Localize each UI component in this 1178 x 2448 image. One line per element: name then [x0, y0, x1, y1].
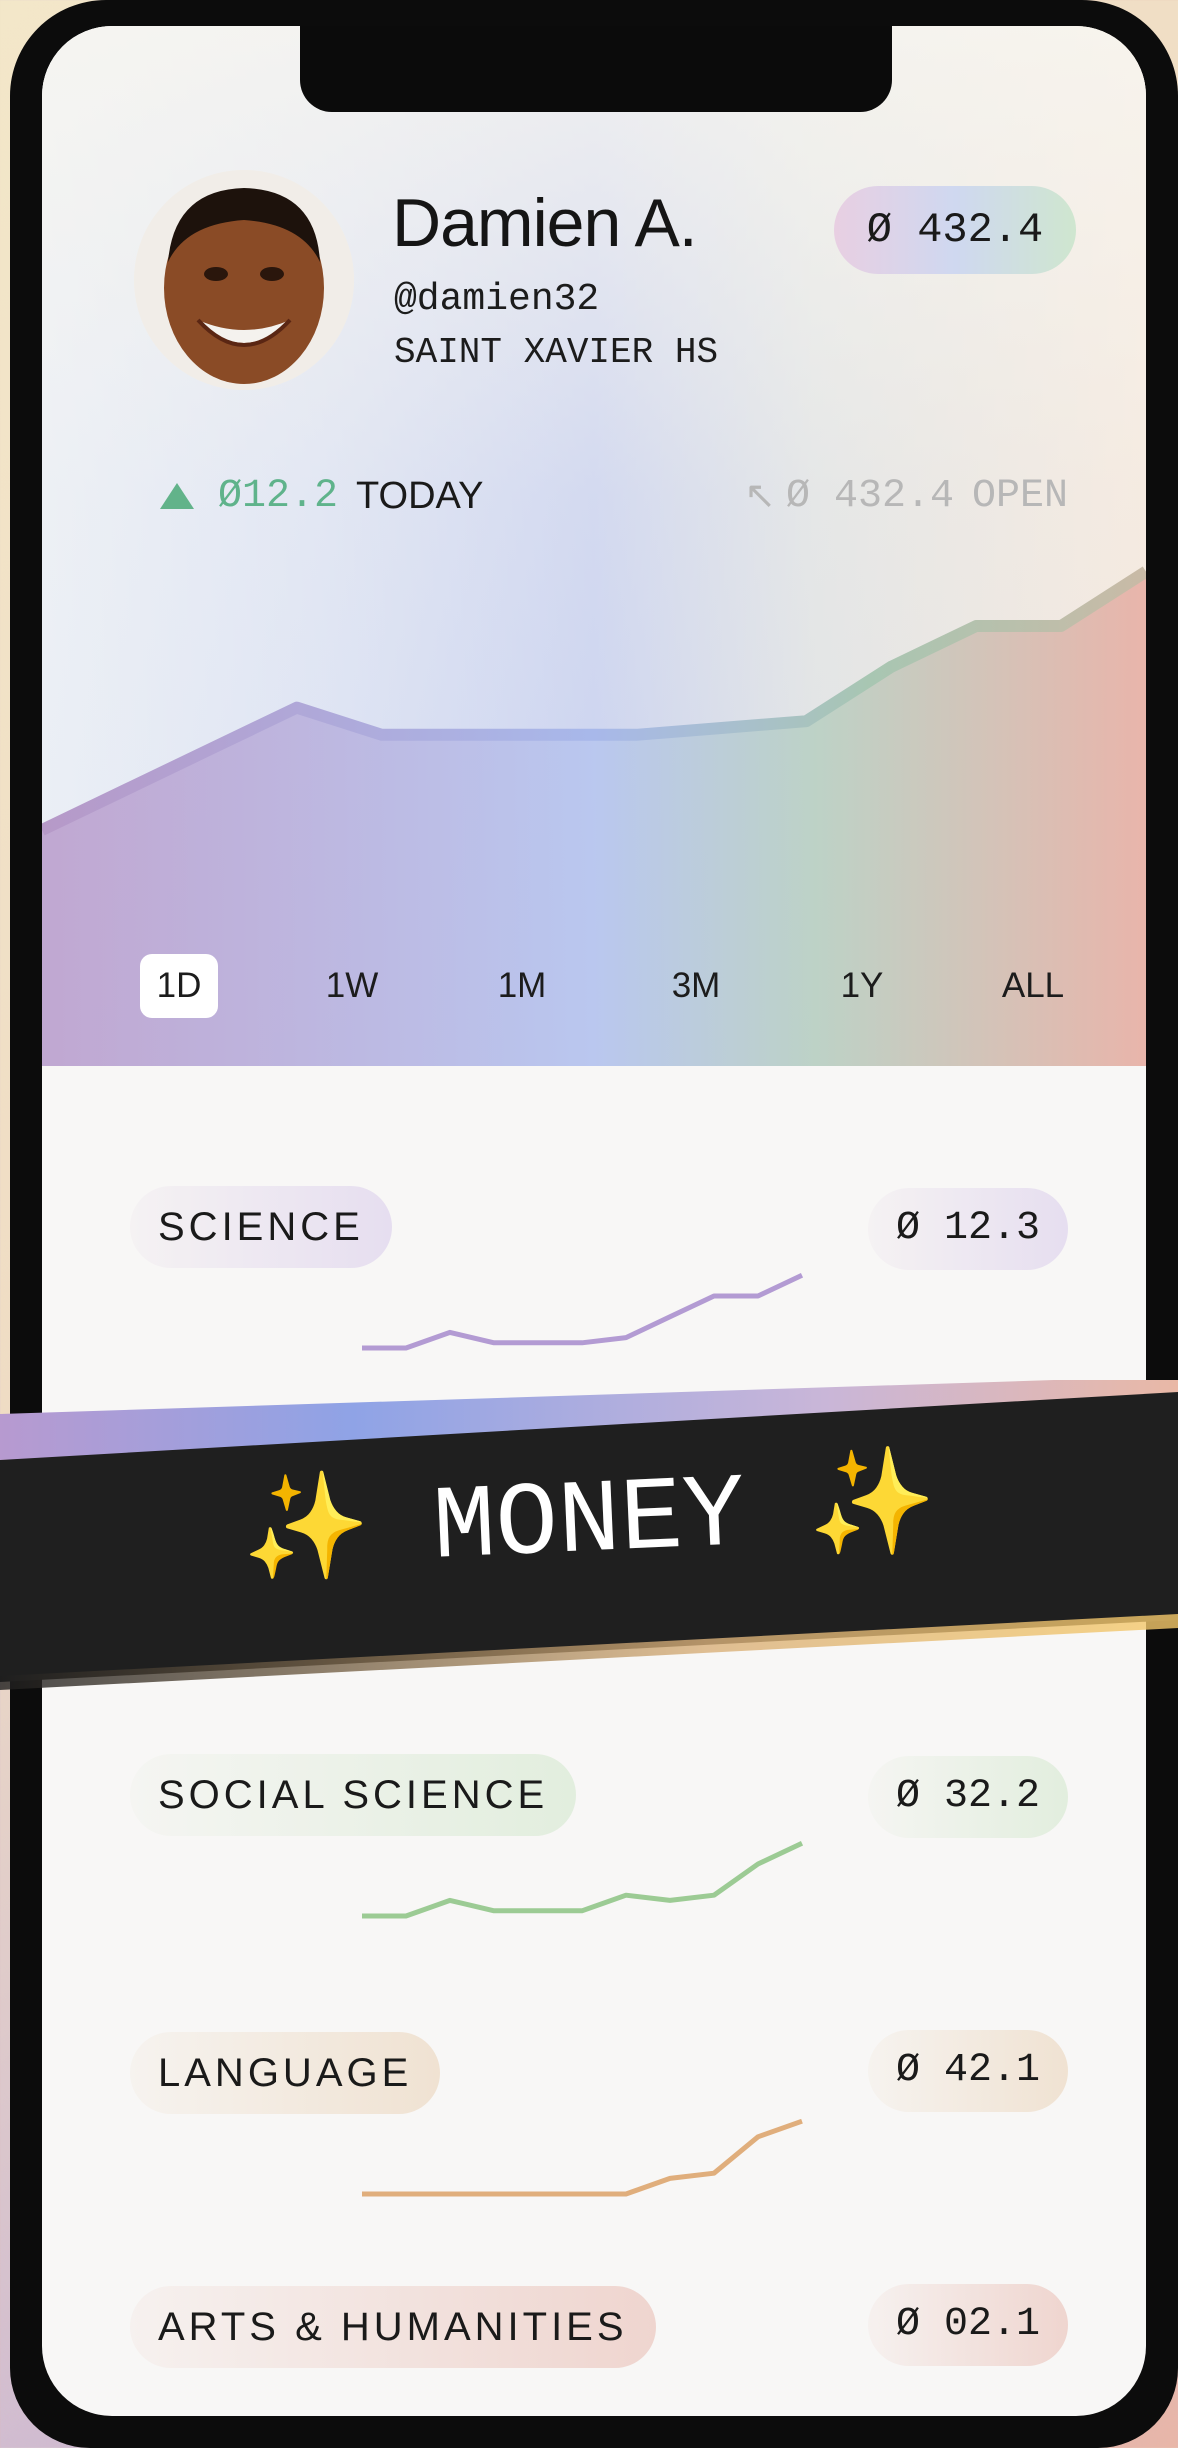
open-value-amount: Ø 432.4 [785, 473, 954, 519]
app-screen: Damien A. @damien32 SAINT XAVIER HS Ø 43… [42, 26, 1146, 2416]
avatar[interactable] [134, 170, 354, 390]
tab-1y[interactable]: 1Y [814, 954, 910, 1018]
open-value: ↖ Ø 432.4 OPEN [744, 466, 1068, 526]
subject-row-science[interactable]: SCIENCE Ø 12.3 [42, 1148, 1146, 1408]
notch [300, 26, 892, 112]
phone-frame: Damien A. @damien32 SAINT XAVIER HS Ø 43… [10, 0, 1178, 2448]
avatar-portrait-icon [134, 170, 354, 390]
sparkles-icon: ✨ [804, 1448, 940, 1573]
user-handle: @damien32 [394, 278, 600, 321]
today-gain-value: Ø12.2 [218, 473, 339, 519]
subject-row-arts-humanities[interactable]: ARTS & HUMANITIES Ø 02.1 [42, 2246, 1146, 2416]
subject-row-social-science[interactable]: SOCIAL SCIENCE Ø 32.2 [42, 1716, 1146, 1976]
today-label: TODAY [356, 474, 484, 517]
subject-sparkline [362, 1840, 804, 1919]
subject-sparkline [362, 2118, 803, 2197]
today-change: Ø12.2 TODAY [160, 466, 483, 526]
tab-all[interactable]: ALL [978, 954, 1088, 1018]
sparkles-icon: ✨ [239, 1473, 374, 1598]
school-name: SAINT XAVIER HS [394, 332, 719, 373]
arrow-up-left-icon: ↖ [744, 476, 776, 520]
balance-badge[interactable]: Ø 432.4 [834, 186, 1076, 274]
user-name: Damien A. [392, 185, 698, 261]
triangle-up-icon [160, 483, 194, 509]
tab-3m[interactable]: 3M [648, 954, 744, 1018]
subject-label: ARTS & HUMANITIES [130, 2286, 656, 2368]
subject-row-language[interactable]: LANGUAGE Ø 42.1 [42, 1994, 1146, 2254]
subject-value: Ø 02.1 [868, 2284, 1068, 2366]
tab-1m[interactable]: 1M [474, 954, 570, 1018]
open-label: OPEN [971, 473, 1068, 519]
tab-1w[interactable]: 1W [304, 954, 400, 1018]
subject-sparkline [362, 1272, 804, 1351]
time-range-tabs: 1D 1W 1M 3M 1Y ALL [42, 954, 1146, 1024]
tab-1d[interactable]: 1D [140, 954, 218, 1018]
banner-label: MONEY [430, 1457, 748, 1589]
